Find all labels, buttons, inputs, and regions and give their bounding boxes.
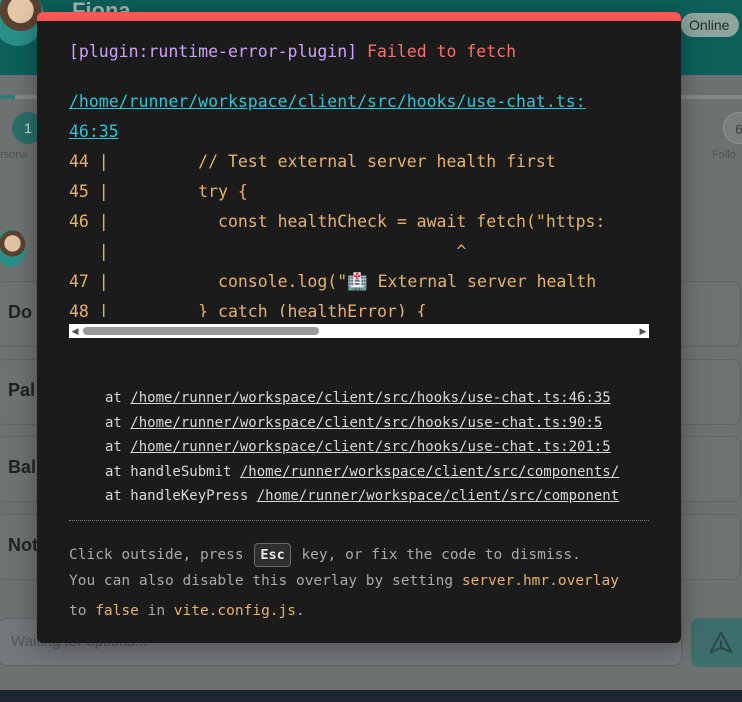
error-message: Failed to fetch <box>367 42 517 61</box>
config-value: false <box>95 603 139 619</box>
stack-trace: at /home/runner/workspace/client/src/hoo… <box>105 386 649 509</box>
send-button[interactable] <box>691 618 742 667</box>
step-6-label: Follo <box>712 149 736 161</box>
stack-frame: at handleSubmit /home/runner/workspace/c… <box>105 460 649 485</box>
stack-frame: at /home/runner/workspace/client/src/hoo… <box>105 386 649 411</box>
stack-frame-link[interactable]: /home/runner/workspace/client/src/hooks/… <box>130 439 610 455</box>
tip-text: key, or fix the code to dismiss. <box>292 547 581 563</box>
option-label: Bal <box>8 457 37 477</box>
code-line: 46 | const healthCheck = await fetch("ht… <box>69 212 606 231</box>
progress-fill <box>0 95 15 99</box>
stack-frame-link[interactable]: /home/runner/workspace/client/src/hooks/… <box>130 415 602 431</box>
stack-frame-prefix: at <box>105 414 131 431</box>
code-frame: 44 | // Test external server health firs… <box>69 147 649 317</box>
tip-text: Click outside, press <box>69 547 253 563</box>
stack-frame-link[interactable]: /home/runner/workspace/client/src/compon… <box>240 464 619 480</box>
tip-text: . <box>296 603 305 619</box>
esc-key: Esc <box>254 543 291 567</box>
scroll-right-icon[interactable]: ▶ <box>638 326 648 336</box>
code-line: 47 | console.log("🏥 External server heal… <box>69 272 597 291</box>
code-line: 45 | try { <box>69 182 248 201</box>
online-status-label: Online <box>689 17 730 33</box>
error-file-link-position[interactable]: 46:35 <box>69 122 119 141</box>
error-file-link[interactable]: /home/runner/workspace/client/src/hooks/… <box>69 92 586 111</box>
tip-text: in <box>138 603 174 619</box>
option-label: Pal <box>8 380 36 400</box>
option-label: Not <box>8 535 38 555</box>
stack-frame-prefix: at handleSubmit <box>105 463 240 480</box>
code-line: 48 | } catch (healthError) { <box>69 302 427 317</box>
overlay-divider <box>69 520 649 521</box>
disable-tip: You can also disable this overlay by set… <box>69 570 619 592</box>
online-status-badge: Online <box>681 13 740 37</box>
stack-frame-prefix: at handleKeyPress <box>105 488 257 504</box>
stack-frame: at handleKeyPress /home/runner/workspace… <box>105 484 649 509</box>
stack-frame: at /home/runner/workspace/client/src/hoo… <box>105 435 649 460</box>
error-top-bar <box>37 12 681 21</box>
tip-text: to <box>69 603 96 619</box>
config-key: server.hmr.overlay <box>461 573 619 589</box>
vite-error-overlay[interactable]: [plugin:runtime-error-plugin] Failed to … <box>37 12 681 643</box>
tip-text: You can also disable this overlay by set… <box>69 573 462 589</box>
step-1-label: ersona <box>0 149 28 161</box>
config-file: vite.config.js <box>173 603 296 619</box>
scroll-left-icon[interactable]: ◀ <box>70 326 80 336</box>
dismiss-tip: Click outside, press Esc key, or fix the… <box>69 541 581 569</box>
step-6-indicator[interactable]: 6 <box>723 112 742 144</box>
send-icon <box>709 630 733 653</box>
stack-frame-prefix: at <box>105 439 131 455</box>
code-line: 44 | // Test external server health firs… <box>69 152 556 171</box>
footer-bar <box>0 690 742 702</box>
scrollbar-thumb[interactable] <box>83 327 319 335</box>
code-caret-line: | ^ <box>69 242 467 261</box>
stack-frame-link[interactable]: /home/runner/workspace/client/src/compon… <box>257 488 619 504</box>
option-label: Do <box>8 302 32 322</box>
error-header: [plugin:runtime-error-plugin] Failed to … <box>69 42 516 61</box>
message-avatar <box>0 229 26 267</box>
stack-frame-prefix: at <box>105 390 131 406</box>
stack-frame: at /home/runner/workspace/client/src/hoo… <box>105 411 649 436</box>
code-horizontal-scrollbar[interactable]: ◀ ▶ <box>69 324 649 338</box>
disable-tip-continued: to false in vite.config.js. <box>69 600 305 622</box>
plugin-tag: [plugin:runtime-error-plugin] <box>69 42 358 61</box>
stack-frame-link[interactable]: /home/runner/workspace/client/src/hooks/… <box>130 390 610 406</box>
